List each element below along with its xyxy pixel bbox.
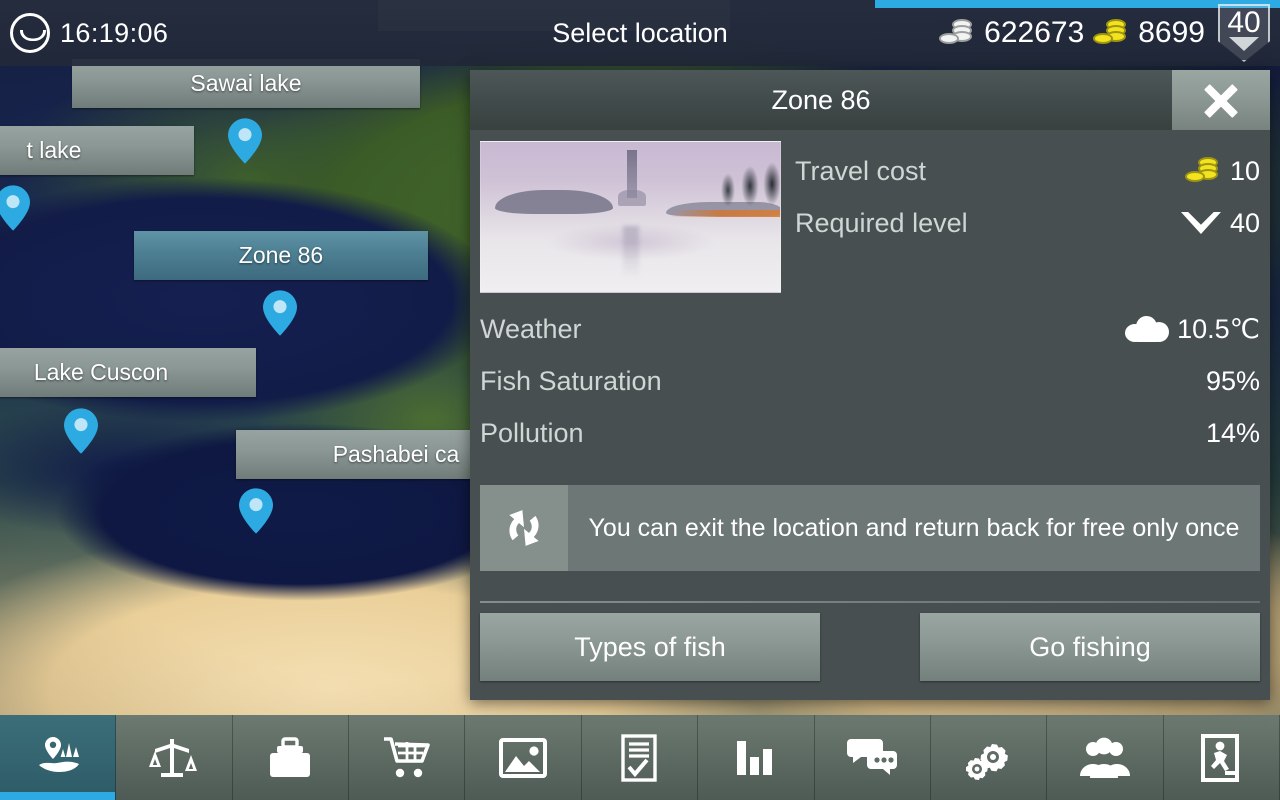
stat-row-fish-saturation: Fish Saturation 95% xyxy=(480,355,1260,407)
nav-item-settings[interactable] xyxy=(930,715,1048,800)
nav-item-exit[interactable] xyxy=(1163,715,1280,800)
nav-item-tasks[interactable] xyxy=(581,715,699,800)
map-label-zone-86[interactable]: Zone 86 xyxy=(134,231,428,280)
stat-label: Fish Saturation xyxy=(480,365,662,396)
map-pin-1[interactable] xyxy=(228,118,262,164)
people-icon xyxy=(1079,737,1130,778)
spec-label: Travel cost xyxy=(795,155,927,186)
currency-group: 622673 8699 40 xyxy=(939,4,1270,62)
gears-icon xyxy=(965,743,1008,780)
preview-trees xyxy=(718,160,780,214)
stats-list: Weather 10.5℃ Fish Saturation 95% Pollut… xyxy=(470,293,1270,459)
photo-icon xyxy=(499,737,548,778)
bottom-navigation-bar xyxy=(0,715,1280,800)
dialog-title: Zone 86 xyxy=(771,85,871,115)
free-return-notice: You can exit the location and return bac… xyxy=(480,485,1260,571)
spec-value: 40 xyxy=(1229,207,1260,238)
map-label-lake-cuscon[interactable]: Lake Cuscon xyxy=(0,348,256,397)
preview-shoreline xyxy=(670,210,780,217)
return-arrows-icon xyxy=(509,510,539,546)
stat-value-group: 10.5℃ xyxy=(1125,314,1260,345)
map-pin-5[interactable] xyxy=(239,488,273,534)
stat-row-pollution: Pollution 14% xyxy=(480,407,1260,459)
silver-amount: 622673 xyxy=(984,16,1085,49)
go-fishing-button[interactable]: Go fishing xyxy=(920,613,1260,681)
map-location-icon xyxy=(38,736,79,772)
nav-item-map[interactable] xyxy=(0,715,117,800)
stat-value: 14% xyxy=(1205,417,1260,448)
toolbox-icon xyxy=(270,736,311,777)
spec-value-group: 40 xyxy=(1180,207,1260,239)
level-badge: 40 xyxy=(1218,4,1270,62)
dialog-top-section: Travel cost 10 Required level 40 xyxy=(470,130,1270,293)
gold-coin-stack-icon xyxy=(1184,156,1221,186)
rank-chevron-icon xyxy=(1180,212,1221,234)
scales-icon xyxy=(149,738,198,777)
nav-item-friends[interactable] xyxy=(1047,715,1164,800)
level-value: 40 xyxy=(1227,6,1261,39)
map-label-sawai-lake[interactable]: Sawai lake xyxy=(72,59,420,108)
nav-item-stats[interactable] xyxy=(698,715,815,800)
checklist-icon xyxy=(621,733,658,782)
spec-list: Travel cost 10 Required level 40 xyxy=(795,141,1260,293)
nav-item-records[interactable] xyxy=(116,715,233,800)
nav-item-chat[interactable] xyxy=(814,715,931,800)
notice-wrapper: You can exit the location and return bac… xyxy=(470,459,1270,571)
map-label-t-lake[interactable]: t lake xyxy=(0,126,194,175)
silver-coin-stack-icon xyxy=(939,18,975,48)
spec-row-travel-cost: Travel cost 10 xyxy=(795,145,1260,197)
gold-coin-stack-icon xyxy=(1093,18,1129,48)
notice-text: You can exit the location and return bac… xyxy=(588,513,1240,542)
spec-label: Required level xyxy=(795,207,968,238)
preview-island xyxy=(495,190,613,214)
spec-value: 10 xyxy=(1229,155,1260,186)
map-pin-4[interactable] xyxy=(64,408,98,454)
spec-row-required-level: Required level 40 xyxy=(795,197,1260,249)
spec-value-group: 10 xyxy=(1184,155,1260,187)
stat-row-weather: Weather 10.5℃ xyxy=(480,303,1260,355)
close-button[interactable] xyxy=(1172,70,1270,130)
location-details-dialog: Zone 86 Travel cost 10 Required level 40… xyxy=(470,70,1270,700)
preview-reflection xyxy=(623,226,639,278)
dialog-footer-buttons: Types of fish Go fishing xyxy=(470,603,1270,681)
nav-item-tackle-box[interactable] xyxy=(232,715,350,800)
shopping-cart-icon xyxy=(383,736,430,777)
types-of-fish-button[interactable]: Types of fish xyxy=(480,613,820,681)
gold-amount: 8699 xyxy=(1138,16,1205,49)
cloud-icon xyxy=(1125,316,1170,342)
nav-item-shop[interactable] xyxy=(349,715,466,800)
location-preview-image xyxy=(480,141,781,293)
exit-door-icon xyxy=(1201,733,1240,782)
notice-icon-box xyxy=(480,485,568,571)
map-pin-3[interactable] xyxy=(263,290,297,336)
map-pin-2[interactable] xyxy=(0,185,30,231)
top-status-bar: 16:19:06 Select location 622673 8699 40 xyxy=(0,0,1280,66)
dialog-header: Zone 86 xyxy=(470,70,1270,130)
stat-value: 10.5℃ xyxy=(1177,313,1260,344)
close-icon xyxy=(1201,80,1241,120)
stat-label: Weather xyxy=(480,313,582,344)
stat-label: Pollution xyxy=(480,417,584,448)
nav-item-gallery[interactable] xyxy=(465,715,582,800)
bar-chart-icon xyxy=(736,740,772,775)
chat-bubbles-icon xyxy=(847,738,898,775)
stat-value: 95% xyxy=(1205,365,1260,396)
preview-tower xyxy=(618,150,646,206)
